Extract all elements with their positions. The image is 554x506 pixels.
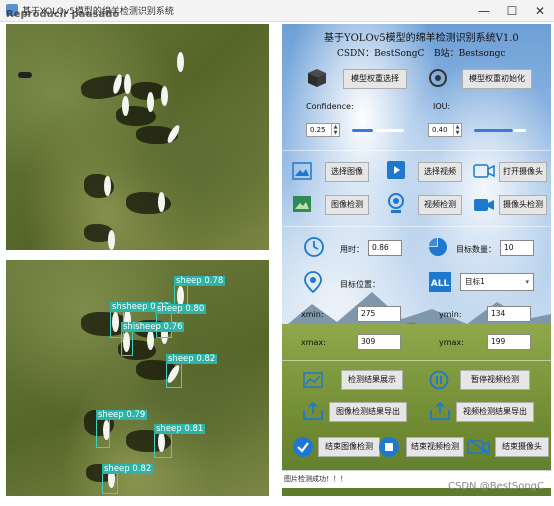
export-image-icon — [303, 402, 323, 420]
xmax-label: xmax: — [301, 338, 326, 347]
export-image-results-button[interactable]: 图像检测结果导出 — [329, 402, 407, 422]
detection-label: sheep 0.82 — [102, 464, 154, 474]
detection-image-panel: sheep 0.78 shsheep 0.82 sheep 0.80 shish… — [6, 260, 269, 496]
location-pin-icon — [304, 271, 322, 293]
iou-slider[interactable] — [474, 129, 526, 132]
chart-icon — [303, 372, 323, 388]
xmin-field[interactable]: 275 — [357, 306, 401, 322]
watermark: CSDN @BestSongC — [448, 481, 544, 492]
detection-label: sheep 0.79 — [96, 410, 148, 420]
image-detect-button[interactable]: 图像检测 — [325, 195, 369, 215]
maximize-button[interactable]: ☐ — [498, 1, 526, 21]
svg-text:ALL: ALL — [431, 279, 450, 289]
video-icon — [387, 161, 405, 179]
model-init-button[interactable]: 模型权重初始化 — [462, 69, 532, 89]
iou-spinbox[interactable]: 0.40 ▲ ▼ — [428, 123, 462, 137]
detection-label: shisheep 0.76 — [121, 322, 185, 332]
webcam-icon — [388, 193, 404, 213]
export-video-results-button[interactable]: 视频检测结果导出 — [456, 402, 534, 422]
check-circle-icon — [293, 437, 313, 457]
window-titlebar: 基于YOLOv5模型的绵羊检测识别系统 Reproducir pausado —… — [0, 0, 554, 22]
target-count-field[interactable]: 10 — [500, 240, 534, 256]
detection-label: sheep 0.78 — [174, 276, 226, 286]
pie-chart-icon — [429, 238, 447, 256]
ymax-label: ymax: — [439, 338, 464, 347]
time-label: 用时： — [340, 245, 364, 254]
playback-overlay-text: Reproducir pausado — [6, 9, 120, 20]
end-video-detect-button[interactable]: 结束视频检测 — [406, 437, 464, 457]
detection-box — [96, 418, 110, 448]
detection-label: sheep 0.81 — [154, 424, 206, 434]
ymin-label: ymin: — [439, 310, 462, 319]
all-icon: ALL — [429, 272, 451, 292]
clock-icon — [304, 237, 324, 257]
select-image-button[interactable]: 选择图像 — [325, 162, 369, 182]
pause-icon — [429, 370, 449, 390]
camera-detect-button[interactable]: 摄像头检测 — [499, 195, 547, 215]
confidence-label: Confidence: — [306, 102, 354, 111]
video-detect-button[interactable]: 视频检测 — [418, 195, 462, 215]
select-video-button[interactable]: 选择视频 — [418, 162, 462, 182]
detection-label: sheep 0.80 — [155, 304, 207, 314]
confidence-spinbox[interactable]: 0.25 ▲ ▼ — [306, 123, 340, 137]
end-image-detect-button[interactable]: 结束图像检测 — [318, 437, 380, 457]
csdn-label: CSDN：BestSongC — [337, 49, 425, 59]
pause-video-button[interactable]: 暂停视频检测 — [460, 370, 530, 390]
settings-icon — [429, 69, 447, 87]
status-message: 图片检测成功！！！ — [284, 475, 347, 483]
xmin-label: xmin: — [301, 310, 324, 319]
export-video-icon — [430, 402, 450, 420]
original-image-panel — [6, 24, 269, 250]
confidence-slider-fill — [352, 129, 373, 132]
ymin-field[interactable]: 134 — [487, 306, 531, 322]
target-select-dropdown[interactable]: 目标1 ▾ — [460, 273, 534, 291]
xmax-field[interactable]: 309 — [357, 334, 401, 350]
minimize-button[interactable]: — — [470, 1, 498, 21]
detection-label: sheep 0.82 — [166, 354, 218, 364]
end-camera-button[interactable]: 结束摄像头 — [495, 437, 549, 457]
target-count-label: 目标数量： — [456, 245, 496, 254]
detection-box — [121, 330, 133, 356]
time-field[interactable]: 0.86 — [368, 240, 402, 256]
bilibili-label: B站：Bestsongc — [434, 49, 506, 59]
iou-label: IOU: — [433, 102, 451, 111]
cube-icon — [308, 69, 326, 87]
camera-filled-icon — [474, 199, 494, 211]
image-detect-icon — [293, 196, 311, 212]
show-results-button[interactable]: 检测结果展示 — [341, 370, 403, 390]
stop-circle-icon — [379, 437, 399, 457]
close-button[interactable]: ✕ — [526, 1, 554, 21]
model-select-button[interactable]: 模型权重选择 — [343, 69, 407, 89]
detection-box — [166, 362, 182, 388]
confidence-slider[interactable] — [352, 129, 404, 132]
ymax-field[interactable]: 199 — [487, 334, 531, 350]
open-camera-button[interactable]: 打开摄像头 — [499, 162, 547, 182]
control-panel: 基于YOLOv5模型的绵羊检测识别系统V1.0 CSDN：BestSongC B… — [282, 24, 551, 496]
iou-slider-fill — [474, 129, 513, 132]
camera-outline-icon — [473, 164, 495, 178]
target-position-label: 目标位置： — [340, 280, 380, 289]
camera-off-icon — [467, 438, 490, 456]
app-title: 基于YOLOv5模型的绵羊检测识别系统V1.0 — [324, 33, 519, 44]
detection-box — [154, 432, 172, 458]
image-icon — [292, 162, 312, 180]
